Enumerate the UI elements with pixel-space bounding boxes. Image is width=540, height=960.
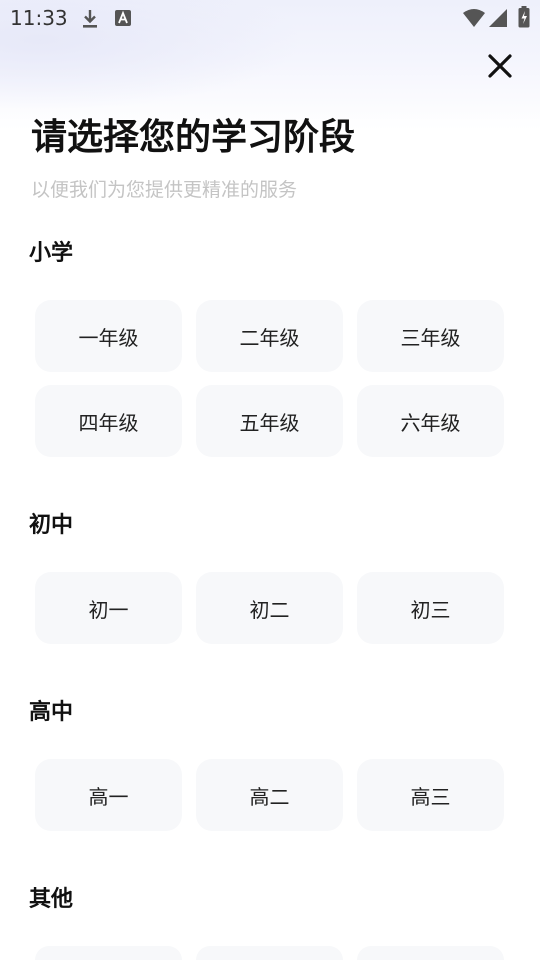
wifi-icon [462,8,486,32]
close-button[interactable] [484,52,516,84]
status-time: 11:33 [10,6,68,30]
grade-button-junior-2[interactable]: 初二 [196,572,343,644]
page-title: 请选择您的学习阶段 [31,117,356,158]
grade-button-junior-1[interactable]: 初一 [35,572,182,644]
signal-icon [488,8,508,32]
grade-button-primary-1[interactable]: 一年级 [35,300,182,372]
grade-button-primary-2[interactable]: 二年级 [196,300,343,372]
grade-button-primary-3[interactable]: 三年级 [357,300,504,372]
grade-button-junior-3[interactable]: 初三 [357,572,504,644]
status-bar: 11:33 [0,0,540,36]
grade-button-senior-1[interactable]: 高一 [35,759,182,831]
section-title-junior: 初中 [29,513,74,538]
grade-button-primary-6[interactable]: 六年级 [357,385,504,457]
grade-button-primary-5[interactable]: 五年级 [196,385,343,457]
grade-button-other-2[interactable] [196,946,343,960]
grade-button-primary-4[interactable]: 四年级 [35,385,182,457]
section-title-senior: 高中 [29,700,74,725]
page-subtitle: 以便我们为您提供更精准的服务 [31,179,298,201]
section-title-other: 其他 [29,887,74,912]
download-icon [80,8,100,34]
section-title-primary: 小学 [29,241,74,266]
close-icon [487,53,513,83]
grade-button-senior-2[interactable]: 高二 [196,759,343,831]
grade-button-senior-3[interactable]: 高三 [357,759,504,831]
grade-button-other-3[interactable] [357,946,504,960]
battery-charging-icon [518,6,530,32]
grade-button-other-1[interactable] [35,946,182,960]
font-app-icon [114,9,132,31]
